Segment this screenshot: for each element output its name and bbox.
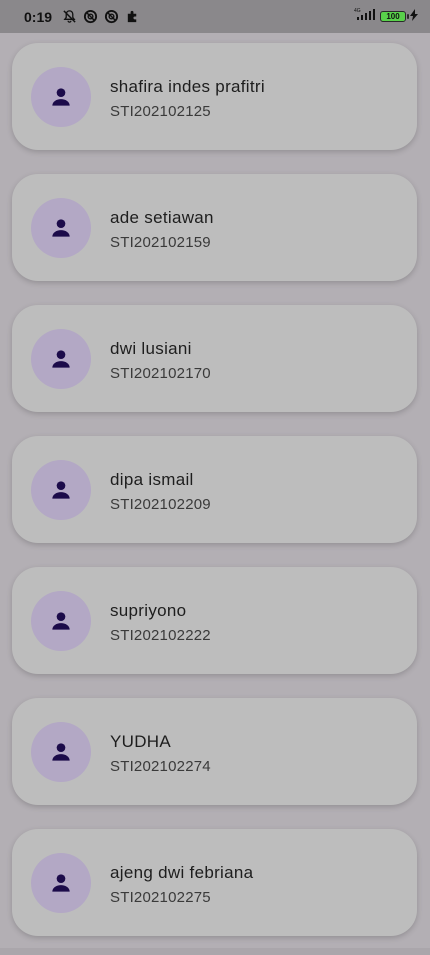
student-name: shafira indes prafitri: [110, 77, 265, 96]
student-card[interactable]: YUDHA STI202102274: [12, 698, 417, 805]
avatar: [31, 329, 91, 389]
avatar: [31, 460, 91, 520]
student-name: ade setiawan: [110, 208, 214, 227]
person-icon: [52, 743, 70, 761]
avatar: [31, 853, 91, 913]
blocked-icon: [83, 9, 98, 24]
avatar: [31, 67, 91, 127]
student-id: STI202102170: [110, 365, 211, 382]
student-id: STI202102222: [110, 627, 211, 644]
student-card[interactable]: shafira indes prafitri STI202102125: [12, 43, 417, 150]
student-id: STI202102159: [110, 234, 211, 251]
avatar: [31, 198, 91, 258]
status-bar-right: 4G 100: [354, 7, 418, 26]
status-time: 0:19: [24, 8, 53, 25]
notifications-off-icon: [62, 9, 77, 24]
student-card[interactable]: ajeng dwi febriana STI202102275: [12, 829, 417, 936]
bottom-edge: [0, 948, 430, 955]
student-id: STI202102274: [110, 758, 211, 775]
student-id: STI202102125: [110, 103, 211, 120]
person-icon: [52, 612, 70, 630]
status-bar-left: 0:19: [24, 9, 140, 25]
student-id: STI202102275: [110, 889, 211, 906]
avatar: [31, 722, 91, 782]
battery-level: 100: [386, 12, 400, 21]
student-id: STI202102209: [110, 496, 211, 513]
blocked-icon: [104, 9, 119, 24]
svg-text:4G: 4G: [354, 8, 361, 14]
student-name: dipa ismail: [110, 470, 194, 489]
person-icon: [52, 350, 70, 368]
puzzle-icon: [125, 9, 140, 24]
status-bar: 0:19 4G 100: [0, 0, 430, 33]
student-card[interactable]: supriyono STI202102222: [12, 567, 417, 674]
person-icon: [52, 481, 70, 499]
student-card[interactable]: ade setiawan STI202102159: [12, 174, 417, 281]
student-name: dwi lusiani: [110, 339, 192, 358]
student-name: YUDHA: [110, 732, 172, 751]
person-icon: [52, 88, 70, 106]
charging-bolt-icon: [410, 8, 418, 26]
battery-icon: 100: [380, 11, 409, 22]
signal-4g-icon: 4G: [354, 7, 376, 26]
student-card[interactable]: dwi lusiani STI202102170: [12, 305, 417, 412]
person-icon: [52, 219, 70, 237]
student-name: supriyono: [110, 601, 187, 620]
student-name: ajeng dwi febriana: [110, 863, 254, 882]
student-card[interactable]: dipa ismail STI202102209: [12, 436, 417, 543]
person-icon: [52, 874, 70, 892]
avatar: [31, 591, 91, 651]
